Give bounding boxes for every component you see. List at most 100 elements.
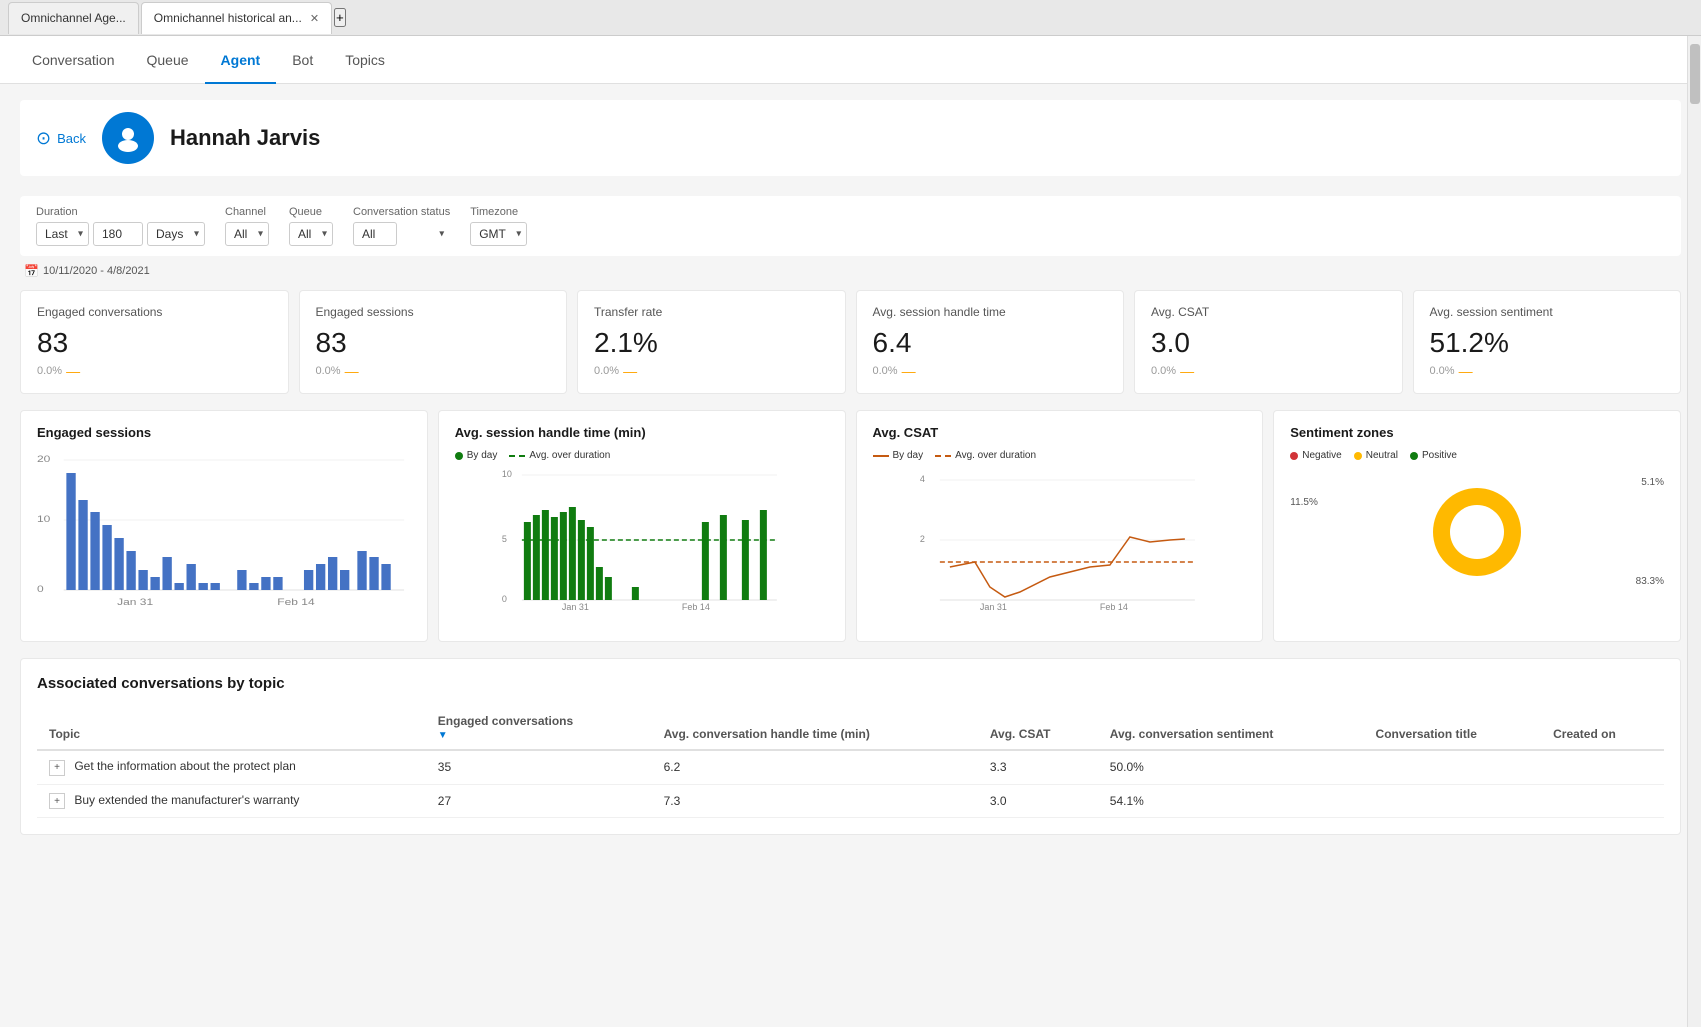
browser-tabs: Omnichannel Age... Omnichannel historica…: [0, 0, 1701, 36]
th-engaged-conversations[interactable]: Engaged conversations ▼: [426, 706, 652, 750]
main-content: ⊙ Back Hannah Jarvis Duration Last Days: [0, 84, 1701, 1027]
td-topic-1: + Buy extended the manufacturer's warran…: [37, 784, 426, 818]
queue-select[interactable]: All: [289, 222, 333, 246]
kpi-avg-csat-change: 0.0% —: [1151, 363, 1386, 379]
filters-row: Duration Last Days Channel All: [20, 196, 1681, 256]
neutral-pct: 11.5%: [1290, 497, 1318, 508]
nav-queue[interactable]: Queue: [131, 36, 205, 84]
th-topic: Topic: [37, 706, 426, 750]
calendar-icon: 📅: [24, 264, 39, 278]
avatar: [102, 112, 154, 164]
legend-avg-duration: Avg. over duration: [509, 450, 610, 461]
channel-select-wrapper[interactable]: All: [225, 222, 269, 246]
date-range: 📅 10/11/2020 - 4/8/2021: [20, 264, 1681, 278]
svg-text:0: 0: [37, 584, 44, 594]
duration-preset-select[interactable]: Last: [36, 222, 89, 246]
engaged-sessions-chart-area: 20 10 0: [37, 450, 411, 610]
svg-text:Jan 31: Jan 31: [979, 602, 1006, 612]
avg-handle-time-chart-area: 10 5 0: [455, 467, 829, 627]
kpi-dash-2: —: [623, 363, 637, 379]
timezone-select[interactable]: GMT: [470, 222, 527, 246]
duration-unit-select[interactable]: Days: [147, 222, 205, 246]
add-tab-button[interactable]: +: [334, 8, 346, 27]
kpi-dash-1: —: [345, 363, 359, 379]
td-handle-0: 6.2: [652, 750, 978, 784]
engaged-sessions-chart: Engaged sessions 20 10 0: [20, 410, 428, 642]
th-avg-sentiment: Avg. conversation sentiment: [1098, 706, 1364, 750]
sentiment-legend: Negative Neutral Positive: [1290, 450, 1664, 461]
kpi-avg-handle-time-title: Avg. session handle time: [873, 305, 1108, 319]
channel-filter: Channel All: [225, 206, 269, 246]
status-select-wrapper[interactable]: All: [353, 222, 450, 246]
back-button[interactable]: ⊙ Back: [36, 128, 86, 149]
timezone-select-wrapper[interactable]: GMT: [470, 222, 527, 246]
csat-legend-by-day-label: By day: [893, 450, 924, 461]
timezone-label: Timezone: [470, 206, 527, 218]
td-topic-0: + Get the information about the protect …: [37, 750, 426, 784]
kpi-avg-sentiment-change: 0.0% —: [1430, 363, 1665, 379]
kpi-grid: Engaged conversations 83 0.0% — Engaged …: [20, 290, 1681, 394]
avg-csat-chart-area: 4 2 Jan 31 Feb 14: [873, 467, 1247, 627]
avg-csat-chart-title: Avg. CSAT: [873, 425, 1247, 440]
svg-text:10: 10: [502, 469, 512, 479]
th-avg-handle-time: Avg. conversation handle time (min): [652, 706, 978, 750]
status-label: Conversation status: [353, 206, 450, 218]
svg-text:2: 2: [919, 534, 924, 544]
kpi-avg-sentiment: Avg. session sentiment 51.2% 0.0% —: [1413, 290, 1682, 394]
scrollbar[interactable]: [1687, 36, 1701, 1027]
duration-label: Duration: [36, 206, 205, 218]
th-engaged-sort: Engaged conversations ▼: [438, 714, 640, 741]
donut-svg: [1427, 482, 1527, 582]
scrollbar-thumb[interactable]: [1690, 44, 1700, 104]
svg-text:Jan 31: Jan 31: [117, 597, 153, 607]
browser-tab-2[interactable]: Omnichannel historical an... ✕: [141, 2, 332, 34]
kpi-transfer-rate: Transfer rate 2.1% 0.0% —: [577, 290, 846, 394]
avg-csat-chart: Avg. CSAT By day Avg. over duration 4 2: [856, 410, 1264, 642]
browser-tab-1[interactable]: Omnichannel Age...: [8, 2, 139, 34]
csat-legend-by-day: By day: [873, 450, 924, 461]
th-created-on: Created on: [1541, 706, 1664, 750]
table-section: Associated conversations by topic Topic …: [20, 658, 1681, 835]
csat-legend-by-day-line: [873, 455, 889, 457]
csat-legend-avg-label: Avg. over duration: [955, 450, 1036, 461]
timezone-filter: Timezone GMT: [470, 206, 527, 246]
kpi-avg-sentiment-title: Avg. session sentiment: [1430, 305, 1665, 319]
kpi-avg-handle-time: Avg. session handle time 6.4 0.0% —: [856, 290, 1125, 394]
topic-1-text: Buy extended the manufacturer's warranty: [74, 793, 299, 807]
td-title-1: [1364, 784, 1542, 818]
expand-row-1-button[interactable]: +: [49, 793, 65, 809]
nav-bot[interactable]: Bot: [276, 36, 329, 84]
neutral-dot: [1354, 452, 1362, 460]
th-avg-csat: Avg. CSAT: [978, 706, 1098, 750]
kpi-dash-4: —: [1180, 363, 1194, 379]
sort-arrow-icon: ▼: [438, 730, 640, 741]
duration-preset-wrapper[interactable]: Last: [36, 222, 89, 246]
status-filter: Conversation status All: [353, 206, 450, 246]
nav-conversation[interactable]: Conversation: [16, 36, 131, 84]
close-tab-icon[interactable]: ✕: [310, 12, 319, 25]
queue-select-wrapper[interactable]: All: [289, 222, 333, 246]
kpi-avg-csat-value: 3.0: [1151, 327, 1386, 359]
svg-text:Feb 14: Feb 14: [682, 602, 710, 612]
data-table: Topic Engaged conversations ▼ Avg. conve…: [37, 706, 1664, 818]
th-conversation-title: Conversation title: [1364, 706, 1542, 750]
nav-agent[interactable]: Agent: [205, 36, 277, 84]
donut-container: 11.5% 5.1% 83.3%: [1290, 467, 1664, 597]
negative-pct: 5.1%: [1641, 477, 1664, 488]
table-row: + Buy extended the manufacturer's warran…: [37, 784, 1664, 818]
duration-value-input[interactable]: [93, 222, 143, 246]
browser-tab-1-label: Omnichannel Age...: [21, 11, 126, 25]
negative-label: Negative: [1302, 450, 1341, 461]
duration-unit-wrapper[interactable]: Days: [147, 222, 205, 246]
td-handle-1: 7.3: [652, 784, 978, 818]
nav-topics[interactable]: Topics: [329, 36, 401, 84]
sentiment-zones-chart: Sentiment zones Negative Neutral Positiv…: [1273, 410, 1681, 642]
td-sentiment-1: 54.1%: [1098, 784, 1364, 818]
td-csat-0: 3.3: [978, 750, 1098, 784]
kpi-engaged-sessions-change: 0.0% —: [316, 363, 551, 379]
sentiment-zones-title: Sentiment zones: [1290, 425, 1664, 440]
status-select[interactable]: All: [353, 222, 397, 246]
expand-row-0-button[interactable]: +: [49, 760, 65, 776]
table-header-row: Topic Engaged conversations ▼ Avg. conve…: [37, 706, 1664, 750]
channel-select[interactable]: All: [225, 222, 269, 246]
